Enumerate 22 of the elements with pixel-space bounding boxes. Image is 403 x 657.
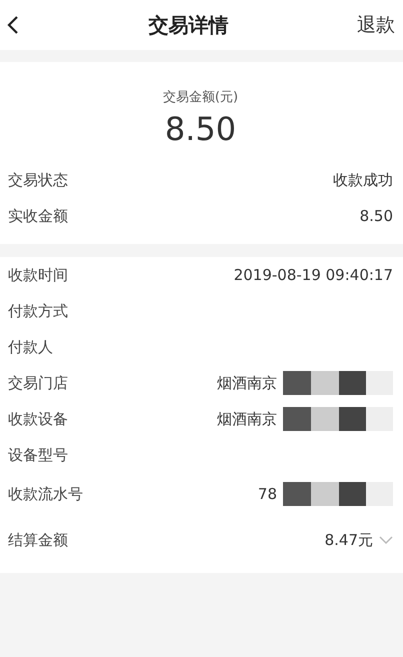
amount-value: 8.50 xyxy=(164,110,236,148)
field-value: 收款成功 xyxy=(333,170,393,190)
field-value: 2019-08-19 09:40:17 xyxy=(234,266,393,284)
field-label: 付款人 xyxy=(8,338,53,356)
field-value: 8.50 xyxy=(360,207,393,225)
field-label: 设备型号 xyxy=(8,446,68,464)
field-value: 烟酒南京 xyxy=(217,374,277,392)
amount-label: 交易金额(元) xyxy=(162,89,238,106)
field-label: 收款时间 xyxy=(8,266,68,284)
field-label: 收款设备 xyxy=(8,410,68,428)
refund-button[interactable]: 退款 xyxy=(357,12,395,38)
field-label: 实收金额 xyxy=(8,206,68,226)
field-label: 收款流水号 xyxy=(8,484,83,504)
back-icon[interactable] xyxy=(6,15,20,35)
field-label: 交易状态 xyxy=(8,170,68,190)
field-value: 烟酒南京 xyxy=(217,410,277,428)
field-value: 78 xyxy=(258,485,277,503)
field-value: 8.47元 xyxy=(324,530,373,550)
page-title: 交易详情 xyxy=(148,12,228,38)
field-label: 付款方式 xyxy=(8,302,68,320)
field-label: 交易门店 xyxy=(8,374,68,392)
field-label: 结算金额 xyxy=(8,530,68,550)
